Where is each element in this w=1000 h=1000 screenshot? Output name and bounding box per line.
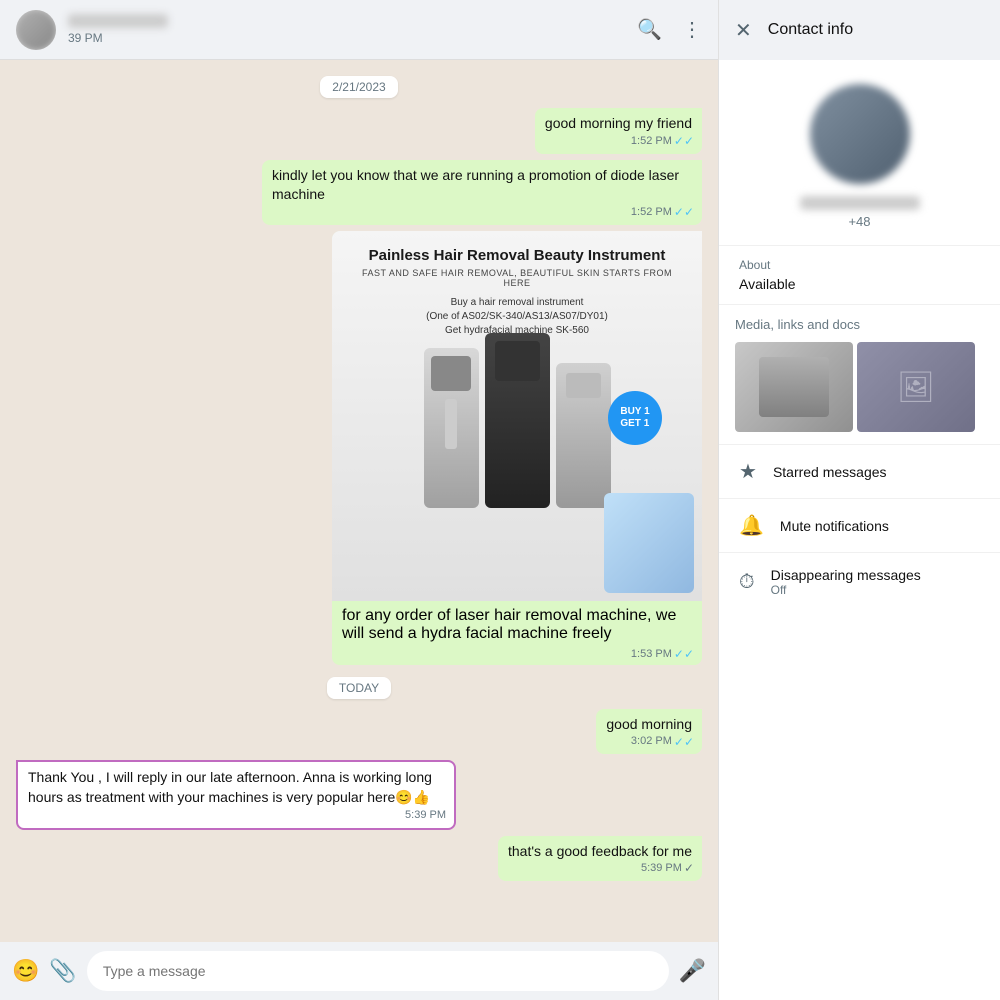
message-time: 1:52 PM ✓✓ (631, 133, 694, 150)
contact-info-header: ✕ Contact info (719, 0, 1000, 60)
media-thumbnail-2[interactable]: 🖼 (857, 342, 975, 432)
read-receipt: ✓✓ (674, 647, 694, 661)
menu-icon[interactable]: ⋮ (682, 17, 702, 42)
disappearing-value: Off (771, 583, 921, 597)
message-input[interactable] (87, 951, 669, 991)
chat-input-bar: 😊 📎 🎤 (0, 942, 718, 1000)
message-bubble: that's a good feedback for me 5:39 PM ✓ (498, 836, 702, 882)
attach-icon[interactable]: 📎 (49, 958, 76, 984)
starred-label: Starred messages (773, 464, 887, 480)
message-time: 1:52 PM ✓✓ (631, 204, 694, 221)
message-row: kindly let you know that we are running … (16, 160, 702, 225)
send-receipt: ✓ (684, 860, 694, 877)
contact-panel: ✕ Contact info +48 About Available Media… (718, 0, 1000, 1000)
message-bubble: good morning my friend 1:52 PM ✓✓ (535, 108, 702, 154)
search-icon[interactable]: 🔍 (637, 17, 662, 42)
promo-title: Painless Hair Removal Beauty Instrument (348, 247, 686, 264)
promo-content: Painless Hair Removal Beauty Instrument … (348, 247, 686, 338)
message-time: 1:53 PM ✓✓ (631, 647, 694, 661)
mute-notifications-action[interactable]: 🔔 Mute notifications (719, 498, 1000, 552)
about-label: About (739, 258, 980, 272)
message-row-image: ↩ Painless Hair Removal Beauty Instrumen… (16, 231, 702, 665)
message-row: good morning my friend 1:52 PM ✓✓ (16, 108, 702, 154)
message-time: 5:39 PM ✓ (641, 860, 694, 877)
disappearing-label: Disappearing messages (771, 567, 921, 583)
star-icon: ★ (739, 459, 757, 484)
avatar[interactable] (16, 10, 56, 50)
promo-image: Painless Hair Removal Beauty Instrument … (332, 231, 702, 601)
mic-icon[interactable]: 🎤 (679, 958, 706, 984)
bell-icon: 🔔 (739, 513, 764, 538)
hydra-machine (604, 493, 694, 593)
media-label: Media, links and docs (735, 317, 984, 332)
message-row-highlighted: Thank You , I will reply in our late aft… (16, 760, 702, 829)
header-info: 39 PM (68, 14, 625, 45)
message-time: 5:39 PM (405, 808, 446, 823)
promo-offer: Buy a hair removal instrument (One of AS… (348, 296, 686, 338)
read-receipt: ✓✓ (674, 133, 694, 150)
about-section: About Available (719, 245, 1000, 304)
header-time: 39 PM (68, 31, 625, 45)
close-button[interactable]: ✕ (735, 18, 752, 43)
read-receipt: ✓✓ (674, 734, 694, 751)
message-time: 3:02 PM ✓✓ (631, 734, 694, 751)
buy1get1-badge: BUY 1GET 1 (608, 391, 662, 445)
message-row: that's a good feedback for me 5:39 PM ✓ (16, 836, 702, 882)
image-message-bubble: ↩ Painless Hair Removal Beauty Instrumen… (332, 231, 702, 665)
machines-illustration (424, 348, 611, 508)
disappearing-messages-action[interactable]: ⏱ Disappearing messages Off (719, 552, 1000, 611)
contact-name (68, 14, 168, 28)
chat-messages: 2/21/2023 good morning my friend 1:52 PM… (0, 60, 718, 942)
date-divider-today: TODAY (16, 679, 702, 697)
contact-avatar (810, 84, 910, 184)
about-value: Available (739, 276, 980, 292)
date-divider-old: 2/21/2023 (16, 78, 702, 96)
contact-avatar-section: +48 (719, 60, 1000, 245)
disappearing-info: Disappearing messages Off (771, 567, 921, 597)
message-bubble: kindly let you know that we are running … (262, 160, 702, 225)
contact-name-blur (800, 196, 920, 210)
message-row: good morning 3:02 PM ✓✓ (16, 709, 702, 755)
chat-header: 39 PM 🔍 ⋮ (0, 0, 718, 60)
timer-icon: ⏱ (739, 571, 755, 594)
image-caption: for any order of laser hair removal mach… (332, 601, 702, 665)
read-receipt: ✓✓ (674, 204, 694, 221)
starred-messages-action[interactable]: ★ Starred messages (719, 444, 1000, 498)
emoji-icon[interactable]: 😊 (12, 958, 39, 984)
message-bubble: Thank You , I will reply in our late aft… (16, 760, 456, 829)
promo-subtitle: FAST AND SAFE HAIR REMOVAL, BEAUTIFUL SK… (348, 268, 686, 288)
mute-label: Mute notifications (780, 518, 889, 534)
chat-panel: 39 PM 🔍 ⋮ 2/21/2023 good morning my frie… (0, 0, 718, 1000)
media-section: Media, links and docs 🖼 (719, 304, 1000, 444)
message-bubble: good morning 3:02 PM ✓✓ (596, 709, 702, 755)
media-thumbnail-1[interactable] (735, 342, 853, 432)
contact-info-title: Contact info (768, 21, 853, 39)
contact-body: +48 About Available Media, links and doc… (719, 60, 1000, 1000)
contact-phone-number: +48 (848, 214, 870, 229)
media-grid: 🖼 (735, 342, 984, 432)
header-icons: 🔍 ⋮ (637, 17, 702, 42)
